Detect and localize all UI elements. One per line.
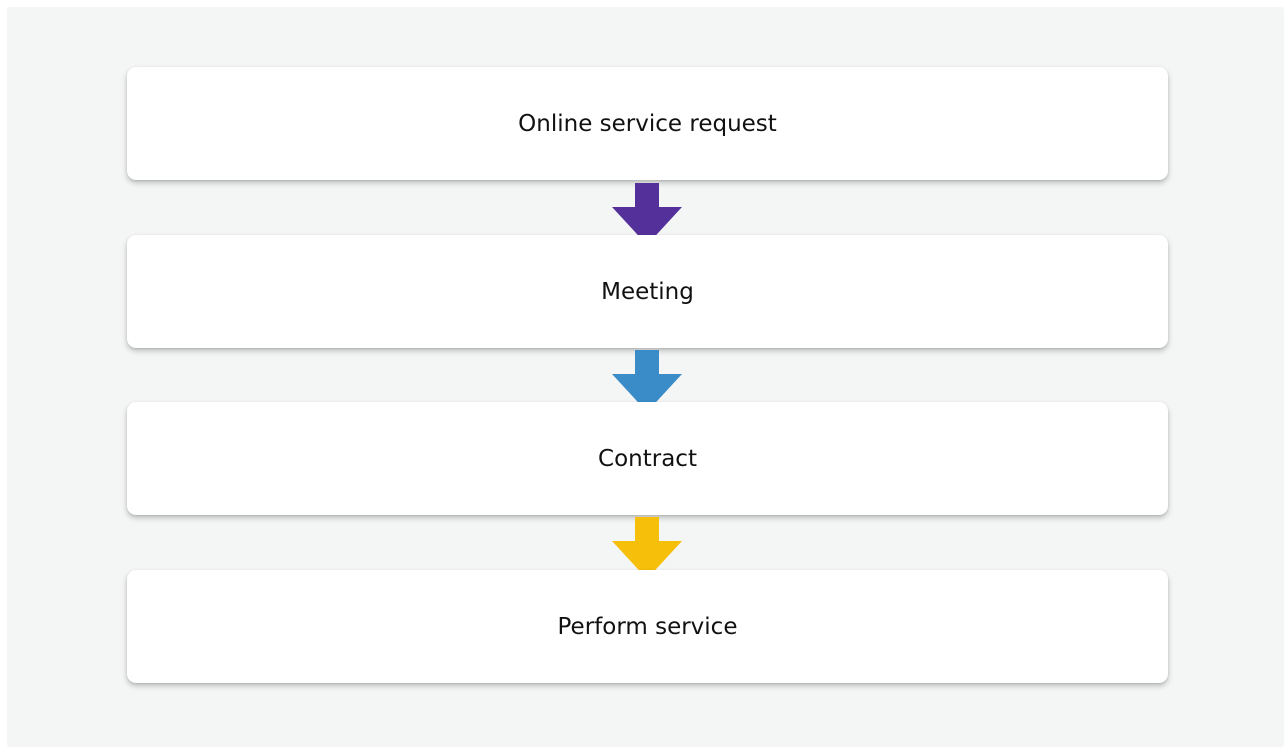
step-label: Perform service bbox=[557, 613, 738, 640]
step-box-online-service-request: Online service request bbox=[127, 67, 1168, 180]
step-label: Online service request bbox=[518, 110, 777, 137]
step-label: Meeting bbox=[601, 278, 694, 305]
step-box-meeting: Meeting bbox=[127, 235, 1168, 348]
step-label: Contract bbox=[598, 445, 697, 472]
step-box-perform-service: Perform service bbox=[127, 570, 1168, 683]
step-box-contract: Contract bbox=[127, 402, 1168, 515]
